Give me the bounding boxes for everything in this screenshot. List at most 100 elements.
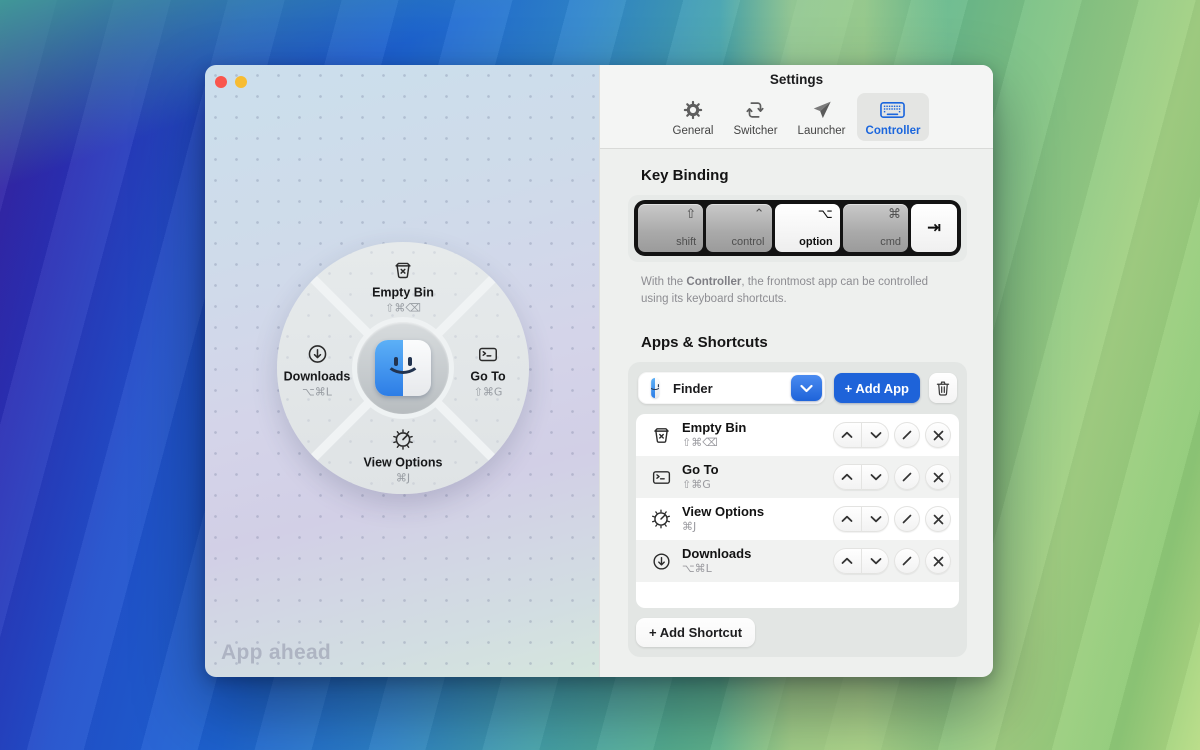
chevron-up-icon: [841, 431, 853, 439]
segment-label: Downloads: [284, 370, 351, 384]
terminal-icon: [477, 342, 499, 366]
add-app-button[interactable]: + Add App: [834, 373, 920, 403]
pencil-icon: [901, 555, 913, 567]
reorder-control: [833, 464, 889, 490]
xmark-icon: [933, 556, 944, 567]
move-up-button[interactable]: [833, 548, 861, 574]
paper-plane-icon: [811, 98, 833, 122]
shortcut-keys: ⌘J: [682, 520, 833, 533]
reorder-control: [833, 548, 889, 574]
move-up-button[interactable]: [833, 422, 861, 448]
trash-icon: [935, 380, 951, 397]
key-shift[interactable]: ⇧ shift: [638, 204, 703, 252]
delete-shortcut-button[interactable]: [925, 506, 951, 532]
gear-icon: [682, 98, 704, 122]
key-label: shift: [676, 236, 696, 248]
caption-text: With the: [641, 276, 686, 288]
shortcut-row-go-to: Go To ⇧⌘G: [636, 456, 959, 498]
window-title: Settings: [600, 72, 993, 87]
shortcut-title: Empty Bin: [682, 421, 833, 436]
move-down-button[interactable]: [861, 422, 889, 448]
chevron-up-icon: [841, 557, 853, 565]
edit-shortcut-button[interactable]: [894, 548, 920, 574]
minimize-button[interactable]: [235, 76, 247, 88]
pencil-icon: [901, 513, 913, 525]
delete-shortcut-button[interactable]: [925, 548, 951, 574]
key-label: cmd: [880, 236, 901, 248]
edit-shortcut-button[interactable]: [894, 464, 920, 490]
settings-toolbar: Settings Gene: [600, 65, 993, 149]
caption-bold-text: Controller: [686, 276, 741, 288]
chevron-down-icon: [870, 515, 882, 523]
apps-shortcuts-section: Finder + Add App: [628, 362, 967, 657]
segment-shortcut: ⌥⌘L: [302, 386, 332, 399]
radial-segment-empty-bin: Empty Bin ⇧⌘⌫: [348, 258, 458, 315]
tab-launcher[interactable]: Launcher: [789, 93, 855, 141]
delete-shortcut-button[interactable]: [925, 422, 951, 448]
settings-pane: Settings Gene: [599, 65, 993, 677]
chevron-up-icon: [841, 473, 853, 481]
command-glyph-icon: ⌘: [888, 207, 901, 222]
move-down-button[interactable]: [861, 506, 889, 532]
chevron-down-icon[interactable]: [791, 375, 822, 401]
shortcut-keys: ⇧⌘⌫: [682, 436, 833, 449]
add-shortcut-button[interactable]: + Add Shortcut: [636, 618, 755, 647]
dial-icon: [391, 428, 415, 452]
chevron-up-icon: [841, 515, 853, 523]
tab-label: General: [673, 125, 714, 137]
key-binding-caption: With the Controller, the frontmost app c…: [641, 274, 953, 307]
edit-shortcut-button[interactable]: [894, 422, 920, 448]
chevron-down-icon: [870, 431, 882, 439]
tab-label: Switcher: [733, 125, 777, 137]
app-watermark: App ahead: [221, 641, 331, 665]
shortcut-keys: ⌥⌘L: [682, 562, 833, 575]
finder-smile: [385, 346, 421, 374]
delete-app-button[interactable]: [929, 373, 957, 403]
arrow-down-circle-icon: [646, 551, 676, 572]
key-option[interactable]: ⌥ option: [775, 204, 840, 252]
tab-general[interactable]: General: [664, 93, 723, 141]
app-select-dropdown[interactable]: Finder: [638, 372, 825, 404]
keyboard-icon: [880, 98, 905, 122]
shift-glyph-icon: ⇧: [685, 207, 696, 222]
settings-window: Empty Bin ⇧⌘⌫ Go To ⇧⌘G: [205, 65, 993, 677]
shortcut-title: Downloads: [682, 547, 833, 562]
move-down-button[interactable]: [861, 548, 889, 574]
pencil-icon: [901, 471, 913, 483]
edit-shortcut-button[interactable]: [894, 506, 920, 532]
key-cmd[interactable]: ⌘ cmd: [843, 204, 908, 252]
delete-shortcut-button[interactable]: [925, 464, 951, 490]
arrow-down-circle-icon: [306, 342, 329, 366]
option-glyph-icon: ⌥: [818, 207, 833, 222]
move-down-button[interactable]: [861, 464, 889, 490]
finder-app-icon: [375, 340, 431, 396]
segment-shortcut: ⇧⌘G: [474, 386, 503, 399]
xmark-icon: [933, 514, 944, 525]
selected-app-name: Finder: [673, 381, 713, 396]
tab-glyph-icon: ⇥: [927, 218, 941, 238]
radial-segment-view-options: View Options ⌘J: [348, 428, 458, 485]
shortcut-title: View Options: [682, 505, 833, 520]
settings-tab-bar: General Switcher: [600, 87, 993, 148]
tab-switcher[interactable]: Switcher: [724, 93, 786, 141]
segment-label: View Options: [364, 456, 443, 470]
move-up-button[interactable]: [833, 464, 861, 490]
chevron-down-icon: [870, 473, 882, 481]
xmark-icon: [933, 472, 944, 483]
pencil-icon: [901, 429, 913, 441]
tab-controller[interactable]: Controller: [857, 93, 930, 141]
control-glyph-icon: ⌃: [754, 207, 765, 222]
key-tab[interactable]: ⇥: [911, 204, 957, 252]
move-up-button[interactable]: [833, 506, 861, 532]
shortcut-list: Empty Bin ⇧⌘⌫: [636, 414, 959, 608]
key-binding-widget: ⇧ shift ⌃ control ⌥ option ⌘ cmd: [628, 195, 967, 262]
terminal-icon: [646, 467, 676, 488]
key-control[interactable]: ⌃ control: [706, 204, 771, 252]
controller-settings-content: Key Binding ⇧ shift ⌃ control ⌥ option: [600, 149, 993, 677]
shortcut-row-view-options: View Options ⌘J: [636, 498, 959, 540]
cycle-icon: [744, 98, 766, 122]
key-label: option: [799, 236, 833, 248]
radial-preview-pane: Empty Bin ⇧⌘⌫ Go To ⇧⌘G: [205, 65, 599, 677]
shortcut-title: Go To: [682, 463, 833, 478]
close-button[interactable]: [215, 76, 227, 88]
